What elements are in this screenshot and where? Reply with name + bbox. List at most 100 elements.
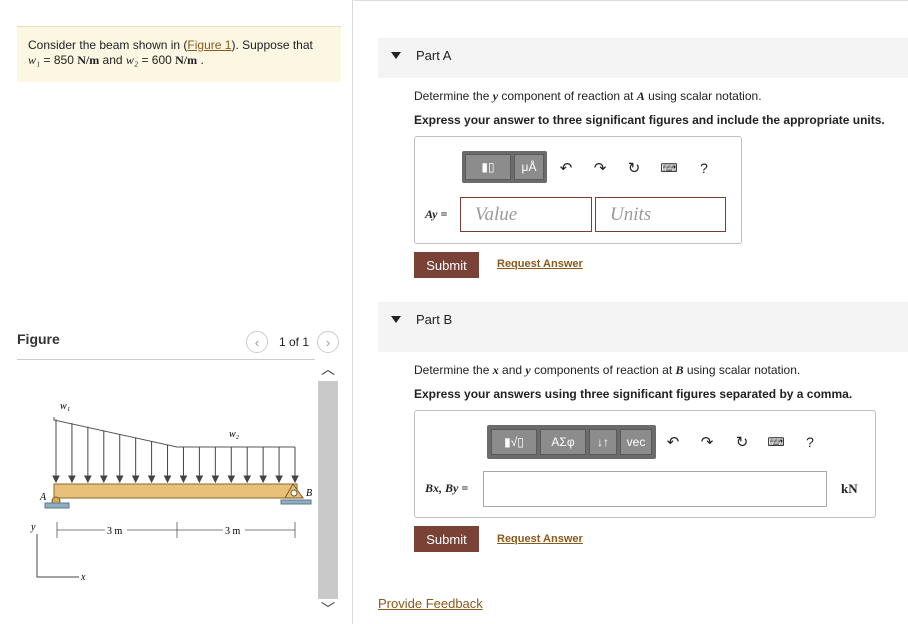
label-a: A [39, 492, 47, 503]
part-b-answer-label: Bx, By = [425, 481, 468, 496]
greek-button[interactable]: ΑΣφ [540, 429, 586, 455]
problem-text: Consider the beam shown in ( [28, 38, 188, 52]
templates-button[interactable]: ▮▯ [465, 154, 511, 180]
load-outline [53, 417, 295, 448]
load-arrows [52, 419, 299, 484]
figure-next-button[interactable]: › [317, 331, 339, 353]
vector-button[interactable]: vec [620, 429, 652, 455]
load-arrow-head [163, 475, 172, 484]
qb-point: B [675, 363, 684, 377]
beam [53, 483, 298, 499]
load-arrow-head [259, 475, 267, 484]
arrows-button[interactable]: ↓↑ [589, 429, 617, 455]
figure-prev-button[interactable]: ‹ [246, 331, 268, 353]
problem-text-end: ). Suppose that [231, 38, 313, 52]
reset-icon[interactable]: ↻ [731, 431, 753, 453]
ay-label: Ay = [425, 207, 448, 221]
qb-text-4: using scalar notation. [683, 363, 801, 377]
figure-title: Figure [17, 331, 60, 347]
period: . [197, 53, 204, 67]
undo-icon[interactable]: ↶ [555, 157, 577, 179]
keyboard-icon[interactable]: ⌨ [658, 157, 680, 179]
load-arrow-head [291, 475, 299, 484]
load-arrow-head [131, 475, 140, 484]
load-arrow-head [115, 475, 124, 484]
templates-button[interactable]: ▮√▯ [491, 429, 537, 455]
qb-text-1: Determine the [414, 363, 493, 377]
part-a-question: Determine the y component of reaction at… [414, 89, 762, 104]
figure-pager: 1 of 1 [279, 335, 310, 349]
load-arrow-head [275, 475, 283, 484]
load-arrow-head [147, 475, 156, 484]
part-a-request-answer-link[interactable]: Request Answer [497, 258, 583, 270]
part-b-label: Part B [416, 312, 453, 327]
qa-text-3: using scalar notation. [644, 89, 762, 103]
qa-point: A [636, 89, 645, 103]
qa-text-2: component of reaction at [498, 89, 637, 103]
load-arrow-head [99, 475, 108, 484]
provide-feedback-link[interactable]: Provide Feedback [378, 596, 483, 611]
part-b-unit: kN [841, 481, 858, 496]
part-b-header[interactable]: Part B [378, 302, 908, 352]
value-input[interactable]: Value [460, 197, 592, 232]
beam-figure: w₁ w₂ A B 3 m 3 m y x [30, 401, 312, 583]
units-input[interactable]: Units [595, 197, 726, 232]
part-b-answer-input[interactable] [483, 471, 827, 507]
problem-line-2: w₁ = 850 N/m and w₂ = 600 N/m . [28, 53, 204, 68]
redo-icon[interactable]: ↷ [696, 431, 718, 453]
reset-icon[interactable]: ↻ [623, 157, 645, 179]
part-a-header[interactable]: Part A [378, 38, 908, 78]
part-a-answer-label: Ay = [425, 207, 447, 222]
load-arrow-head [243, 475, 252, 484]
load-arrow-head [211, 475, 220, 484]
figure-divider [17, 359, 315, 360]
load-arrow-head [227, 475, 236, 484]
w2-unit: N/m [175, 53, 198, 67]
top-divider [354, 0, 908, 1]
load-arrow-head [179, 475, 188, 484]
collapse-triangle-icon[interactable] [391, 316, 401, 323]
scroll-thumb[interactable] [318, 381, 338, 599]
w2-value: = 600 [138, 53, 176, 67]
label-x-axis: x [80, 572, 86, 583]
figure-link[interactable]: Figure 1 [187, 38, 231, 52]
part-a-submit-button[interactable]: Submit [414, 252, 479, 278]
problem-line-1: Consider the beam shown in (Figure 1). S… [28, 38, 313, 53]
part-b-toolbar-group: ▮√▯ ΑΣφ ↓↑ vec [487, 425, 656, 459]
part-a-label: Part A [416, 48, 452, 63]
label-b: B [306, 488, 312, 499]
qb-text-2: and [498, 363, 526, 377]
w1-symbol: w₁ [28, 53, 41, 67]
figure-scrollbar[interactable]: ︿ ﹀ [317, 359, 339, 619]
support-a-base [44, 502, 70, 509]
load-arrow-head [52, 475, 60, 484]
part-b-request-answer-link[interactable]: Request Answer [497, 533, 583, 545]
column-divider [352, 0, 353, 624]
undo-icon[interactable]: ↶ [662, 431, 684, 453]
load-arrow-head [195, 475, 204, 484]
keyboard-icon[interactable]: ⌨ [765, 431, 787, 453]
scroll-up-icon[interactable]: ︿ [317, 359, 339, 379]
label-w1: w₁ [60, 401, 70, 412]
part-b-submit-button[interactable]: Submit [414, 526, 479, 552]
support-b-base [280, 499, 312, 505]
problem-statement: Consider the beam shown in (Figure 1). S… [17, 26, 341, 82]
w2-symbol: w₂ [125, 53, 139, 67]
help-icon[interactable]: ? [799, 431, 821, 453]
label-dim2: 3 m [225, 526, 241, 537]
label-dim1: 3 m [107, 526, 123, 537]
part-b-question: Determine the x and y components of reac… [414, 363, 800, 378]
part-a-instruction: Express your answer to three significant… [414, 113, 885, 127]
and-text: and [99, 53, 126, 67]
w1-unit: N/m [77, 53, 100, 67]
part-a-toolbar-group: ▮▯ μÅ [462, 151, 547, 183]
redo-icon[interactable]: ↷ [589, 157, 611, 179]
load-arrow-head [68, 475, 76, 484]
coordinate-axes [36, 534, 79, 578]
qa-text-1: Determine the [414, 89, 493, 103]
help-icon[interactable]: ? [693, 157, 715, 179]
collapse-triangle-icon[interactable] [391, 52, 401, 59]
label-y-axis: y [30, 522, 36, 533]
units-button[interactable]: μÅ [514, 154, 544, 180]
scroll-down-icon[interactable]: ﹀ [317, 599, 339, 619]
